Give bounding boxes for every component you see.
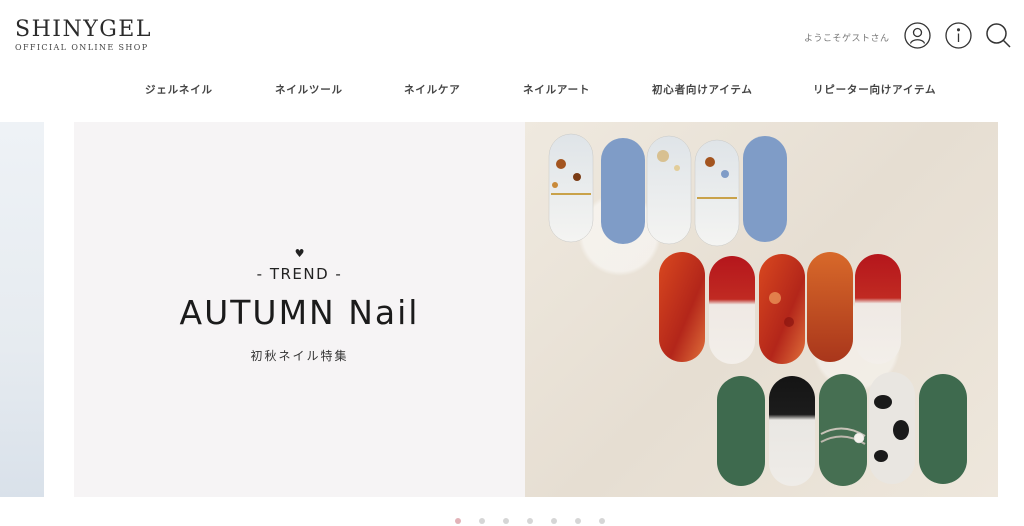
category-nav: ジェルネイル ネイルツール ネイルケア ネイルアート 初心者向けアイテム リピー…	[0, 82, 1024, 98]
nail-clear-tortoise	[548, 133, 594, 243]
nav-item-nail-tools[interactable]: ネイルツール	[275, 82, 343, 97]
nail-amber	[807, 252, 853, 362]
nail-french-black	[769, 376, 815, 486]
autumn-nail-photo	[525, 122, 998, 497]
nail-blue	[601, 138, 645, 244]
slider-dot-4[interactable]	[527, 518, 533, 524]
user-icon[interactable]	[904, 22, 931, 49]
slider-dot-2[interactable]	[479, 518, 485, 524]
heart-icon: ♥	[294, 247, 305, 260]
logo-tagline: OFFICIAL ONLINE SHOP	[15, 43, 149, 52]
hero-slider: ♥ - TREND - AUTUMN Nail 初秋ネイル特集	[0, 122, 1024, 497]
slider-pagination	[0, 518, 1024, 526]
slider-dot-1[interactable]	[455, 518, 461, 524]
nail-french-red	[709, 256, 755, 364]
slider-dot-7[interactable]	[599, 518, 605, 524]
previous-slide-peek[interactable]	[0, 122, 44, 497]
nail-red-flake	[759, 254, 805, 364]
nail-green-chain	[819, 374, 867, 486]
nail-row-2	[659, 252, 901, 364]
nav-item-gel-nail[interactable]: ジェルネイル	[145, 82, 213, 97]
nav-item-nail-art[interactable]: ネイルアート	[523, 82, 590, 97]
nav-item-repeater-items[interactable]: リピーター向けアイテム	[813, 82, 936, 97]
hero-subtitle: 初秋ネイル特集	[250, 349, 349, 363]
nail-row-1	[548, 133, 787, 247]
guest-greeting: ようこそゲストさん	[804, 34, 890, 44]
shop-logo[interactable]: SHINYGEL OFFICIAL ONLINE SHOP	[15, 18, 152, 53]
nail-green	[919, 374, 967, 484]
hero-tag: - TREND -	[256, 265, 343, 283]
nail-blue	[743, 136, 787, 242]
nav-item-nail-care[interactable]: ネイルケア	[404, 82, 461, 97]
slider-dot-3[interactable]	[503, 518, 509, 524]
hero-headline: AUTUMN Nail	[179, 293, 420, 332]
slider-dot-6[interactable]	[575, 518, 581, 524]
nav-item-beginner-items[interactable]: 初心者向けアイテム	[652, 82, 753, 97]
logo-wordmark: SHINYGEL	[15, 17, 152, 42]
info-icon[interactable]	[945, 22, 972, 49]
nail-clear-gold	[646, 135, 692, 245]
search-icon[interactable]	[985, 22, 1012, 49]
slider-dot-5[interactable]	[551, 518, 557, 524]
nail-row-3	[717, 372, 967, 486]
nail-clear-blue-stone	[694, 139, 740, 247]
nail-french-red	[855, 254, 901, 364]
nail-red-marble	[659, 252, 705, 362]
hero-text-panel: ♥ - TREND - AUTUMN Nail 初秋ネイル特集	[74, 122, 525, 497]
nail-green	[717, 376, 765, 486]
hero-banner[interactable]: ♥ - TREND - AUTUMN Nail 初秋ネイル特集	[74, 122, 998, 497]
